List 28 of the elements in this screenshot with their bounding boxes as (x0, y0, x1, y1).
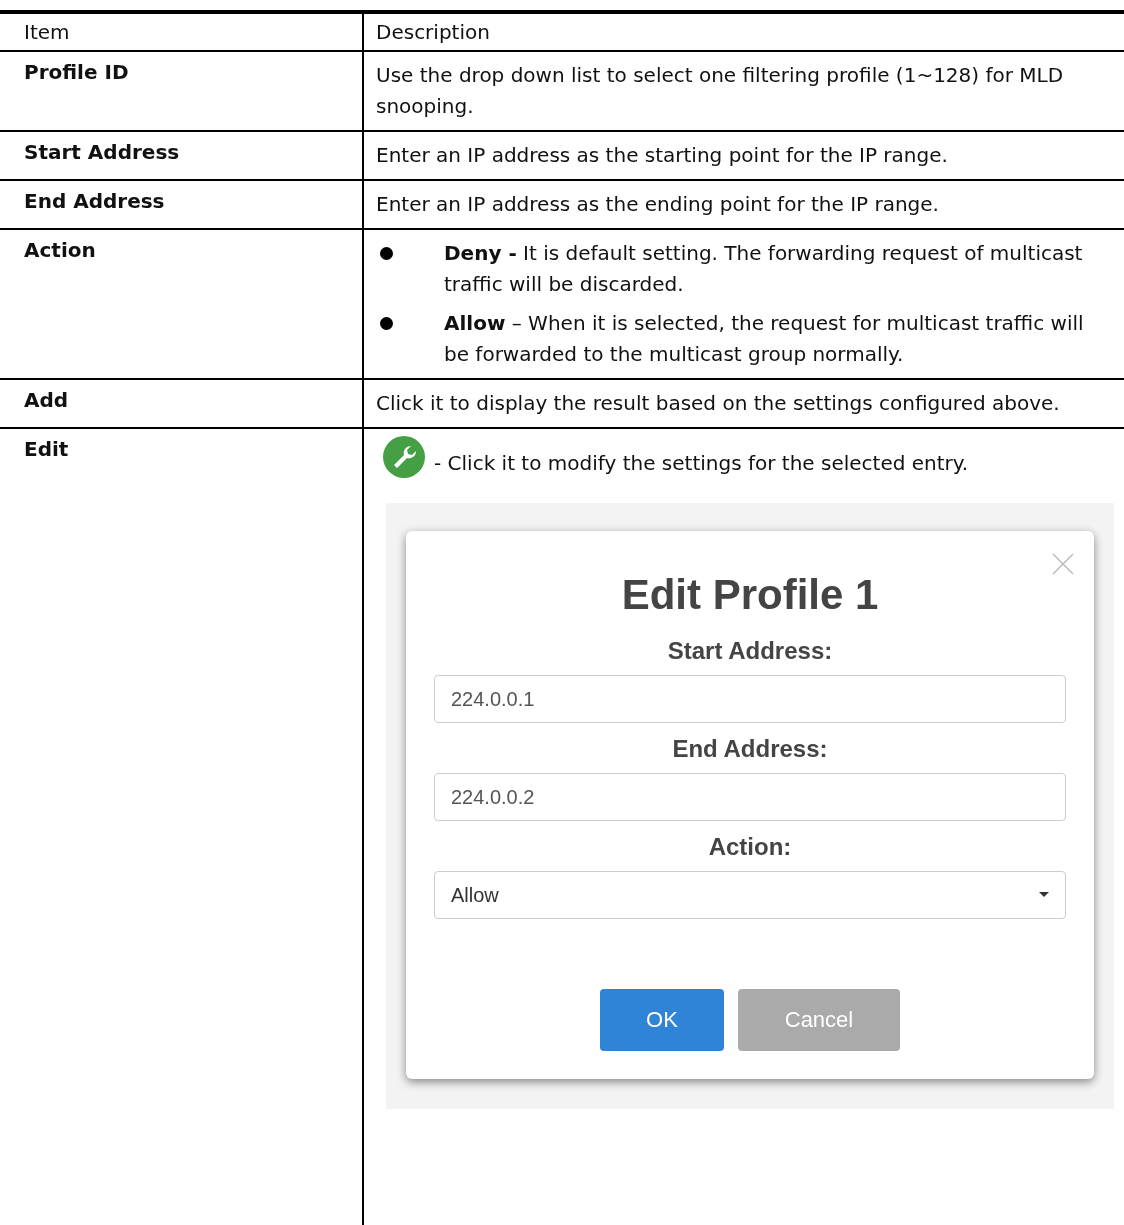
input-field[interactable]: 224.0.0.1 (434, 675, 1066, 723)
item-name: Edit (24, 437, 69, 461)
bullet-icon (380, 317, 393, 330)
description-text: Allow – When it is selected, the request for multicast traffic will be forwarded to the multicast group normally. (444, 310, 1085, 368)
description-text: Click it to display the result based on the settings configured above. (376, 390, 1061, 417)
description-text: Use the drop down list to select one filtering profile (1~128) for MLD snooping. (376, 62, 1065, 120)
ok-button[interactable]: OK (600, 989, 724, 1051)
input-field[interactable]: 224.0.0.2 (434, 773, 1066, 821)
field-label: End Address: (671, 735, 829, 763)
action-dropdown[interactable]: Allow (434, 871, 1066, 919)
bullet-icon (380, 247, 393, 260)
column-header: Item (24, 20, 70, 44)
column-header: Description (376, 20, 490, 44)
field-label: Action: (707, 833, 793, 861)
item-name: End Address (24, 189, 165, 213)
item-name: Action (24, 238, 96, 262)
item-name: Profile ID (24, 60, 129, 84)
wrench-icon (382, 435, 426, 479)
item-name: Start Address (24, 140, 180, 164)
field-label: Start Address: (666, 637, 834, 665)
caret-icon (1039, 892, 1049, 898)
dialog-title: Edit Profile 1 (620, 571, 880, 619)
description-text: Enter an IP address as the ending point for the IP range. (376, 191, 940, 218)
item-name: Add (24, 388, 69, 412)
close-icon[interactable] (1052, 553, 1074, 575)
description-text: - Click it to modify the settings for the selected entry. (434, 450, 969, 477)
description-text: Enter an IP address as the starting point for the IP range. (376, 142, 949, 169)
description-text: Deny - It is default setting. The forwarding request of multicast traffic will be discarded. (444, 240, 1084, 298)
